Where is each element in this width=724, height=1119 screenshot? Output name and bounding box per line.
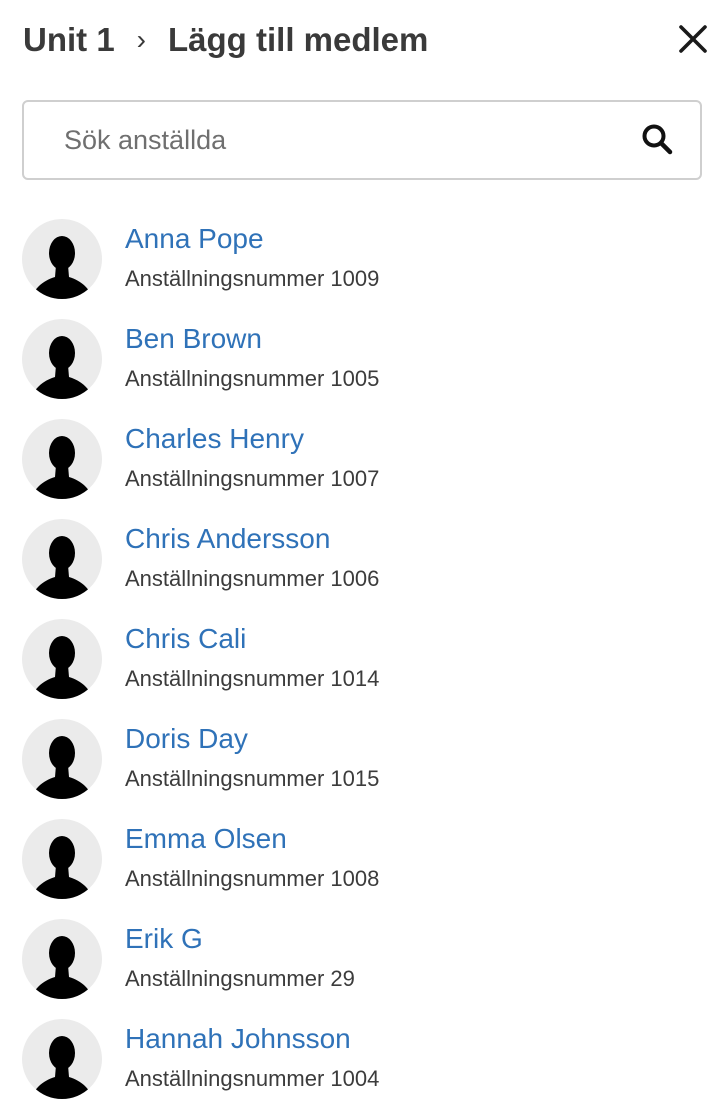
employee-number: Anställningsnummer 29 bbox=[125, 966, 355, 991]
search-box bbox=[22, 100, 702, 180]
employee-number: Anställningsnummer 1004 bbox=[125, 1066, 380, 1091]
avatar bbox=[22, 719, 102, 799]
avatar bbox=[22, 519, 102, 599]
employee-name[interactable]: Emma Olsen bbox=[125, 821, 287, 857]
person-silhouette-icon bbox=[31, 436, 93, 499]
header: Unit 1 › Lägg till medlem bbox=[0, 0, 724, 80]
breadcrumb-parent[interactable]: Unit 1 bbox=[23, 21, 115, 59]
person-silhouette-icon bbox=[31, 336, 93, 399]
search-icon bbox=[642, 124, 673, 155]
employee-number: Anställningsnummer 1015 bbox=[125, 766, 380, 791]
search-input[interactable] bbox=[64, 116, 624, 164]
person-silhouette-icon bbox=[31, 736, 93, 799]
employee-number: Anställningsnummer 1014 bbox=[125, 666, 380, 691]
employee-name[interactable]: Ben Brown bbox=[125, 321, 262, 357]
avatar bbox=[22, 1019, 102, 1099]
employee-list-item[interactable]: Emma Olsen Anställningsnummer 1008 bbox=[0, 819, 724, 919]
avatar bbox=[22, 319, 102, 399]
avatar bbox=[22, 419, 102, 499]
employee-name[interactable]: Charles Henry bbox=[125, 421, 304, 457]
avatar bbox=[22, 819, 102, 899]
employee-list-item[interactable]: Charles Henry Anställningsnummer 1007 bbox=[0, 419, 724, 519]
employee-list-item[interactable]: Ben Brown Anställningsnummer 1005 bbox=[0, 319, 724, 419]
close-icon bbox=[679, 25, 707, 53]
breadcrumb-separator: › bbox=[136, 24, 146, 55]
person-silhouette-icon bbox=[31, 536, 93, 599]
search-button[interactable] bbox=[640, 122, 676, 158]
employee-list-item[interactable]: Chris Cali Anställningsnummer 1014 bbox=[0, 619, 724, 719]
person-silhouette-icon bbox=[31, 1036, 93, 1099]
employee-name[interactable]: Hannah Johnsson bbox=[125, 1021, 351, 1057]
employee-list-item[interactable]: Hannah Johnsson Anställningsnummer 1004 bbox=[0, 1019, 724, 1119]
employee-number: Anställningsnummer 1008 bbox=[125, 866, 380, 891]
person-silhouette-icon bbox=[31, 936, 93, 999]
employee-list-item[interactable]: Doris Day Anställningsnummer 1015 bbox=[0, 719, 724, 819]
employee-number: Anställningsnummer 1005 bbox=[125, 366, 380, 391]
employee-name[interactable]: Erik G bbox=[125, 921, 203, 957]
employee-name[interactable]: Anna Pope bbox=[125, 221, 264, 257]
person-silhouette-icon bbox=[31, 236, 93, 299]
employee-name[interactable]: Chris Cali bbox=[125, 621, 246, 657]
employee-list-item[interactable]: Chris Andersson Anställningsnummer 1006 bbox=[0, 519, 724, 619]
employee-list: Anna Pope Anställningsnummer 1009 Ben Br… bbox=[0, 219, 724, 1119]
close-button[interactable] bbox=[672, 18, 714, 60]
employee-list-item[interactable]: Anna Pope Anställningsnummer 1009 bbox=[0, 219, 724, 319]
avatar bbox=[22, 219, 102, 299]
avatar bbox=[22, 619, 102, 699]
breadcrumb: Unit 1 › Lägg till medlem bbox=[23, 16, 428, 64]
employee-name[interactable]: Chris Andersson bbox=[125, 521, 330, 557]
employee-name[interactable]: Doris Day bbox=[125, 721, 248, 757]
page-title: Lägg till medlem bbox=[168, 21, 429, 58]
employee-list-item[interactable]: Erik G Anställningsnummer 29 bbox=[0, 919, 724, 1019]
person-silhouette-icon bbox=[31, 836, 93, 899]
avatar bbox=[22, 919, 102, 999]
person-silhouette-icon bbox=[31, 636, 93, 699]
employee-number: Anställningsnummer 1007 bbox=[125, 466, 380, 491]
employee-number: Anställningsnummer 1006 bbox=[125, 566, 380, 591]
employee-number: Anställningsnummer 1009 bbox=[125, 266, 380, 291]
